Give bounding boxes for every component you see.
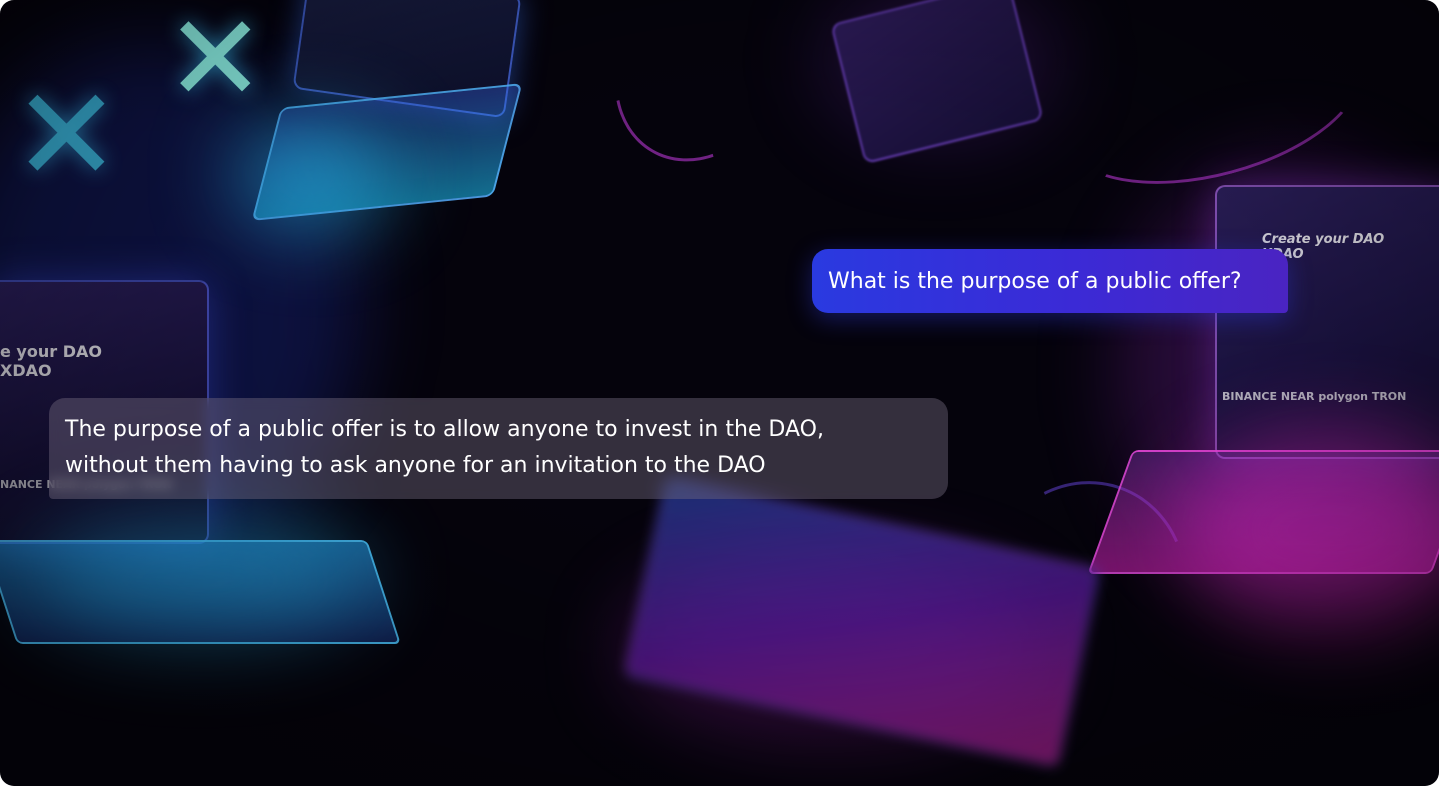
background-screen-title: e your DAO XDAO (0, 342, 102, 380)
xdao-logo-icon: ✕ (165, 0, 266, 129)
background-screen-title-line: e your DAO (0, 342, 102, 361)
background-glow (30, 520, 370, 640)
background-tablet (830, 0, 1044, 165)
background-cable (579, 0, 827, 194)
background-glow (230, 120, 390, 230)
assistant-answer-line: The purpose of a public offer is to allo… (65, 417, 824, 442)
background-screen-subtitle: XDAO (0, 361, 52, 380)
background-screen-title-line: Create your DAO (1262, 232, 1385, 247)
assistant-answer-bubble: The purpose of a public offer is to allo… (49, 398, 948, 499)
background-laptop-right (1215, 185, 1439, 459)
user-question-text: What is the purpose of a public offer? (828, 268, 1242, 294)
background-partner-logos: BINANCE NEAR polygon TRON (1222, 390, 1407, 403)
xdao-logo-icon: ✕ (12, 59, 121, 211)
chat-screen: ✕ ✕ e your DAO XDAO Create your DAO XDAO… (0, 0, 1439, 786)
user-question-bubble: What is the purpose of a public offer? (812, 249, 1288, 313)
assistant-answer-line: without them having to ask anyone for an… (65, 453, 766, 478)
